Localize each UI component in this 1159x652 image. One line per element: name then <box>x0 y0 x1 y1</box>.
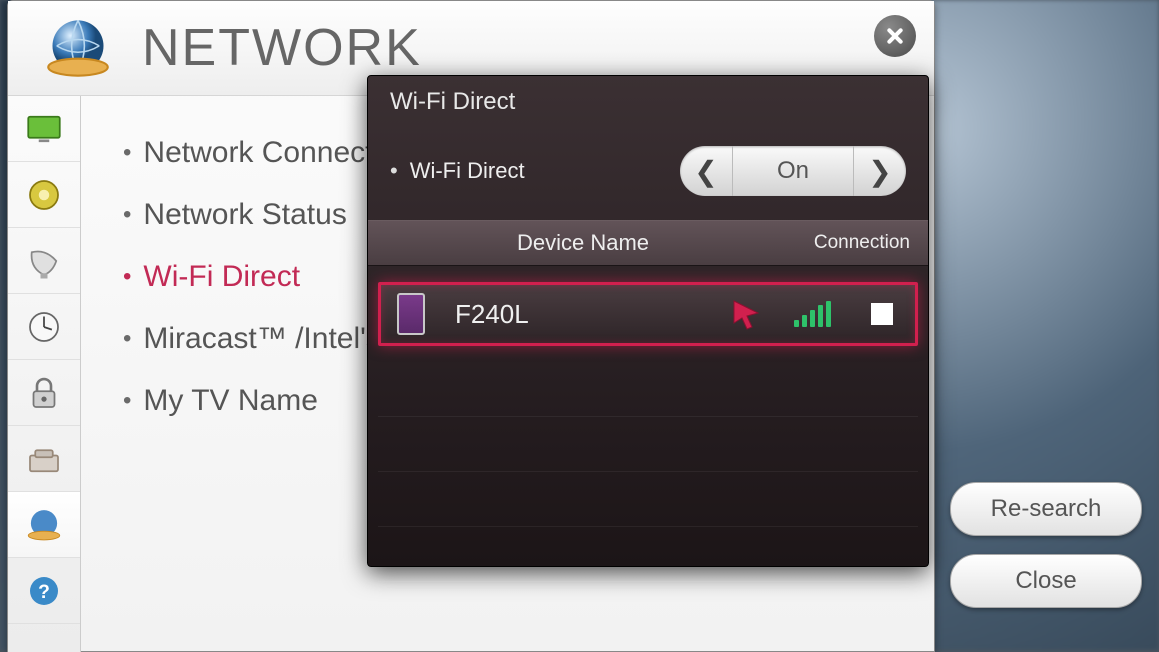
wifi-direct-modal: Wi-Fi Direct Wi-Fi Direct ❮ On ❯ Device … <box>367 75 929 567</box>
sidebar-item-option[interactable] <box>8 426 80 492</box>
pointer-cursor-icon <box>730 297 764 331</box>
menu-label: My TV Name <box>143 384 317 418</box>
wifi-direct-toggle-row: Wi-Fi Direct ❮ On ❯ <box>368 128 928 220</box>
device-name-label: F240L <box>455 299 730 330</box>
toggle-value: On <box>732 146 854 196</box>
bullet-icon: • <box>123 139 131 167</box>
device-row[interactable]: F240L <box>378 282 918 346</box>
bullet-icon: • <box>123 201 131 229</box>
empty-device-slot <box>378 472 918 527</box>
toggle-label: Wi-Fi Direct <box>390 158 525 184</box>
signal-strength-icon <box>794 301 831 327</box>
bullet-icon: • <box>123 325 131 353</box>
sidebar-item-channel[interactable] <box>8 228 80 294</box>
phone-icon <box>397 293 425 335</box>
connection-checkbox[interactable] <box>871 303 893 325</box>
sidebar-item-lock[interactable] <box>8 360 80 426</box>
settings-sidebar: ? <box>8 96 81 652</box>
modal-title: Wi-Fi Direct <box>368 76 928 128</box>
empty-device-slot <box>378 362 918 417</box>
wifi-direct-toggle[interactable]: ❮ On ❯ <box>680 146 906 196</box>
empty-device-slot <box>378 527 918 582</box>
header-connection: Connection <box>780 232 910 254</box>
sidebar-item-picture[interactable] <box>8 96 80 162</box>
bullet-icon: • <box>123 263 131 291</box>
sidebar-item-sound[interactable] <box>8 162 80 228</box>
research-button[interactable]: Re-search <box>950 482 1142 536</box>
network-globe-icon <box>44 14 112 82</box>
empty-device-slot <box>378 417 918 472</box>
close-icon[interactable] <box>874 15 916 57</box>
sidebar-item-support[interactable]: ? <box>8 558 80 624</box>
window-title: NETWORK <box>142 18 422 78</box>
chevron-right-icon[interactable]: ❯ <box>854 146 906 196</box>
header-device-name: Device Name <box>386 230 780 256</box>
device-list-header: Device Name Connection <box>368 220 928 266</box>
chevron-left-icon[interactable]: ❮ <box>680 146 732 196</box>
sidebar-item-time[interactable] <box>8 294 80 360</box>
sidebar-item-network[interactable] <box>8 492 80 558</box>
bullet-icon: • <box>123 387 131 415</box>
menu-label: Network Status <box>143 198 346 232</box>
svg-text:?: ? <box>38 582 50 603</box>
close-button[interactable]: Close <box>950 554 1142 608</box>
menu-label: Wi-Fi Direct <box>143 260 300 294</box>
modal-action-buttons: Re-search Close <box>950 482 1142 608</box>
